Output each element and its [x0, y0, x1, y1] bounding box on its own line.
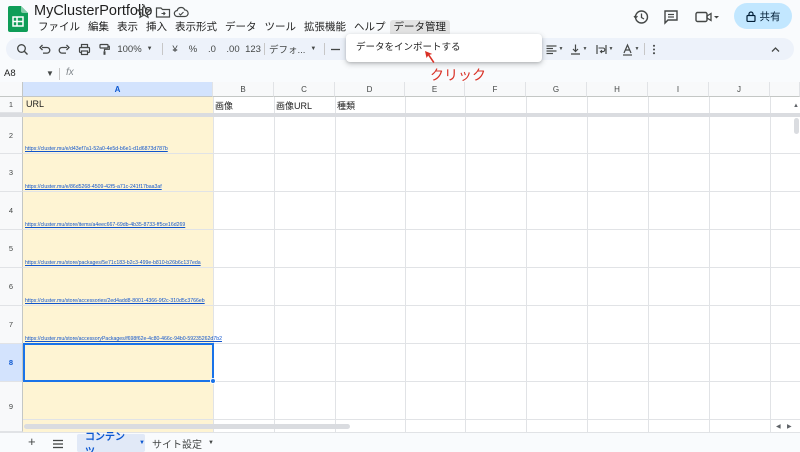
comment-icon[interactable] — [662, 8, 680, 26]
horizontal-scrollbar[interactable] — [24, 424, 350, 429]
url-link[interactable]: https://cluster.mu/store/accessoryPackag… — [25, 336, 222, 342]
menu-data[interactable]: データ — [221, 20, 261, 36]
frozen-row-divider[interactable] — [0, 113, 800, 117]
menu-file[interactable]: ファイル — [34, 20, 84, 36]
click-annotation: クリック — [430, 67, 486, 83]
cell-c1[interactable]: 画像URL — [276, 99, 312, 112]
scroll-up-icon[interactable]: ▲ — [793, 103, 799, 109]
history-icon[interactable] — [632, 8, 650, 26]
horizontal-align-icon[interactable]: ▼ — [544, 41, 564, 57]
spreadsheet-grid[interactable]: A B C D E F G H I J 1 2 3 4 5 6 7 8 9 UR… — [0, 82, 800, 432]
video-call-icon[interactable] — [694, 8, 720, 26]
menu-insert[interactable]: 挿入 — [142, 20, 171, 36]
url-link[interactable]: https://cluster.mu/store/packages/5e71c1… — [25, 260, 201, 266]
font-family-select[interactable]: デフォ... ▼ — [269, 41, 321, 57]
zoom-select[interactable]: 100% ▼ — [116, 41, 154, 57]
row-header-4[interactable]: 4 — [0, 192, 23, 230]
cell-b1[interactable]: 画像 — [215, 99, 233, 112]
url-link[interactable]: https://cluster.mu/store/items/a4eec667-… — [25, 222, 185, 228]
collapse-toolbar-icon[interactable] — [768, 41, 782, 57]
cloud-status-icon[interactable] — [173, 4, 189, 20]
menu-view[interactable]: 表示 — [113, 20, 142, 36]
scroll-left-icon[interactable]: ◀ — [776, 423, 781, 430]
column-header-h[interactable]: H — [587, 82, 648, 97]
menu-format[interactable]: 表示形式 — [171, 20, 221, 36]
row-header-2[interactable]: 2 — [0, 117, 23, 154]
menu-extensions[interactable]: 拡張機能 — [300, 20, 350, 36]
share-label: 共有 — [759, 10, 781, 23]
increase-decimal-button[interactable]: .00 — [224, 41, 242, 57]
formula-bar: A8 ▼ fx — [0, 66, 800, 82]
row-header-6[interactable]: 6 — [0, 268, 23, 306]
decrease-decimal-button[interactable]: .0 — [204, 41, 220, 57]
search-menus-icon[interactable] — [14, 41, 30, 57]
column-header-j[interactable]: J — [709, 82, 770, 97]
paint-format-icon[interactable] — [96, 41, 112, 57]
chevron-down-icon: ▼ — [146, 46, 153, 52]
vertical-align-icon[interactable]: ▼ — [568, 41, 588, 57]
chevron-down-icon[interactable]: ▼ — [139, 440, 145, 446]
row-header-1[interactable]: 1 — [0, 97, 23, 113]
percent-format-button[interactable]: % — [186, 41, 200, 57]
column-header-b[interactable]: B — [213, 82, 274, 97]
column-header-i[interactable]: I — [648, 82, 709, 97]
sheet-tab-label: サイト設定 — [152, 439, 202, 451]
font-family-value: デフォ... — [269, 45, 306, 56]
row-header-5[interactable]: 5 — [0, 230, 23, 268]
document-title[interactable]: MyClusterPortfolio — [34, 3, 152, 19]
fill-handle[interactable] — [210, 378, 216, 384]
sheets-logo-icon[interactable] — [8, 6, 28, 32]
menu-tools[interactable]: ツール — [261, 20, 301, 36]
name-box[interactable]: A8 — [4, 68, 16, 79]
function-icon: fx — [66, 67, 74, 78]
sheet-tab-site-settings[interactable]: サイト設定 ▼ — [152, 434, 214, 452]
column-header-g[interactable]: G — [526, 82, 587, 97]
zoom-value: 100% — [117, 43, 142, 55]
column-header-a[interactable]: A — [23, 82, 213, 97]
cell-d1[interactable]: 種類 — [337, 99, 355, 112]
vertical-scrollbar[interactable] — [794, 118, 799, 134]
decrease-font-size-icon[interactable] — [328, 41, 342, 57]
more-options-icon[interactable] — [648, 41, 660, 57]
column-header-c[interactable]: C — [274, 82, 335, 97]
row-header-3[interactable]: 3 — [0, 154, 23, 192]
scroll-right-icon[interactable]: ▶ — [787, 423, 792, 430]
text-wrap-icon[interactable]: ▼ — [594, 41, 614, 57]
chevron-down-icon[interactable]: ▼ — [208, 440, 214, 446]
selected-cell-a8[interactable] — [23, 343, 214, 382]
sheet-tab-contents[interactable]: コンテンツ ▼ — [77, 432, 145, 452]
move-folder-icon[interactable] — [155, 4, 171, 20]
redo-icon[interactable] — [56, 41, 72, 57]
sheet-tab-label: コンテンツ — [85, 432, 125, 452]
spreadsheet-app: MyClusterPortfolio ファイル 編集 表示 挿入 表示形式 デー… — [0, 0, 800, 452]
all-sheets-menu-icon[interactable] — [52, 439, 64, 449]
currency-format-button[interactable]: ¥ — [168, 41, 182, 57]
url-link[interactable]: https://cluster.mu/e/d43ef7a1-52a0-4e5d-… — [25, 146, 168, 152]
column-header-d[interactable]: D — [335, 82, 405, 97]
import-data-menu-item[interactable]: データをインポートする — [346, 37, 542, 59]
chevron-down-icon[interactable]: ▼ — [46, 69, 54, 78]
star-icon[interactable] — [136, 4, 152, 20]
data-management-dropdown: データをインポートする — [346, 34, 542, 62]
number-format-button[interactable]: 123 — [244, 41, 262, 57]
select-all-corner[interactable] — [0, 82, 23, 97]
add-sheet-icon[interactable]: + — [28, 435, 36, 448]
row-header-8[interactable]: 8 — [0, 344, 23, 382]
share-button[interactable]: 共有 — [734, 3, 792, 29]
undo-icon[interactable] — [36, 41, 52, 57]
url-link[interactable]: https://cluster.mu/e/86d5268-4509-42f5-a… — [25, 184, 162, 190]
text-rotation-icon[interactable]: ▼ — [620, 41, 640, 57]
lock-icon — [745, 10, 756, 22]
menu-edit[interactable]: 編集 — [84, 20, 113, 36]
print-icon[interactable] — [76, 41, 92, 57]
url-link[interactable]: https://cluster.mu/store/accessories/2ed… — [25, 298, 205, 304]
chevron-down-icon: ▼ — [310, 46, 317, 52]
row-header-7[interactable]: 7 — [0, 306, 23, 344]
cell-a1[interactable]: URL — [26, 99, 44, 109]
row-header-9[interactable]: 9 — [0, 382, 23, 432]
